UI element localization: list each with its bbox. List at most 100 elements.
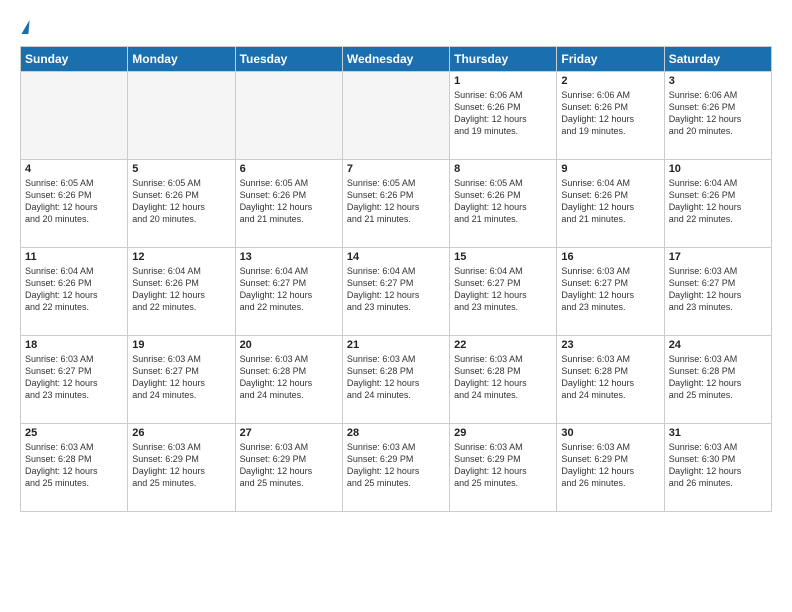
calendar-week-row: 25 Sunrise: 6:03 AM Sunset: 6:28 PM Dayli…	[21, 424, 772, 512]
calendar-cell: 24 Sunrise: 6:03 AM Sunset: 6:28 PM Dayli…	[664, 336, 771, 424]
calendar-cell: 10Sunrise: 6:04 AM Sunset: 6:26 PM Dayli…	[664, 160, 771, 248]
day-info: Sunrise: 6:03 AM Sunset: 6:28 PM Dayligh…	[454, 353, 552, 402]
calendar-cell: 17Sunrise: 6:03 AM Sunset: 6:27 PM Dayli…	[664, 248, 771, 336]
calendar-cell: 27Sunrise: 6:03 AM Sunset: 6:29 PM Dayli…	[235, 424, 342, 512]
day-number: 29	[454, 427, 552, 439]
day-info: Sunrise: 6:03 AM Sunset: 6:28 PM Dayligh…	[347, 353, 445, 402]
calendar-cell	[21, 72, 128, 160]
calendar-week-row: 18 Sunrise: 6:03 AM Sunset: 6:27 PM Dayli…	[21, 336, 772, 424]
day-number: 16	[561, 251, 659, 263]
calendar-cell: 31 Sunrise: 6:03 AM Sunset: 6:30 PM Dayli…	[664, 424, 771, 512]
day-info: Sunrise: 6:03 AM Sunset: 6:29 PM Dayligh…	[561, 441, 659, 490]
calendar-header-sunday: Sunday	[21, 47, 128, 72]
day-info: Sunrise: 6:04 AM Sunset: 6:27 PM Dayligh…	[454, 265, 552, 314]
calendar-cell: 20 Sunrise: 6:03 AM Sunset: 6:28 PM Dayli…	[235, 336, 342, 424]
day-info: Sunrise: 6:03 AM Sunset: 6:28 PM Dayligh…	[25, 441, 123, 490]
calendar-cell: 9 Sunrise: 6:04 AM Sunset: 6:26 PM Daylig…	[557, 160, 664, 248]
day-number: 3	[669, 75, 767, 87]
calendar-cell: 11 Sunrise: 6:04 AM Sunset: 6:26 PM Dayli…	[21, 248, 128, 336]
day-info: Sunrise: 6:05 AM Sunset: 6:26 PM Dayligh…	[240, 177, 338, 226]
day-number: 30	[561, 427, 659, 439]
calendar-header-wednesday: Wednesday	[342, 47, 449, 72]
header	[20, 20, 772, 34]
calendar-cell: 16 Sunrise: 6:03 AM Sunset: 6:27 PM Dayli…	[557, 248, 664, 336]
day-info: Sunrise: 6:04 AM Sunset: 6:26 PM Dayligh…	[25, 265, 123, 314]
calendar-cell: 18 Sunrise: 6:03 AM Sunset: 6:27 PM Dayli…	[21, 336, 128, 424]
calendar-header-thursday: Thursday	[450, 47, 557, 72]
day-info: Sunrise: 6:03 AM Sunset: 6:29 PM Dayligh…	[454, 441, 552, 490]
day-info: Sunrise: 6:06 AM Sunset: 6:26 PM Dayligh…	[561, 89, 659, 138]
day-info: Sunrise: 6:03 AM Sunset: 6:28 PM Dayligh…	[240, 353, 338, 402]
day-number: 20	[240, 339, 338, 351]
calendar-cell: 6 Sunrise: 6:05 AM Sunset: 6:26 PM Daylig…	[235, 160, 342, 248]
day-info: Sunrise: 6:03 AM Sunset: 6:29 PM Dayligh…	[347, 441, 445, 490]
calendar-cell	[128, 72, 235, 160]
calendar-cell: 3 Sunrise: 6:06 AM Sunset: 6:26 PM Daylig…	[664, 72, 771, 160]
calendar-cell: 15 Sunrise: 6:04 AM Sunset: 6:27 PM Dayli…	[450, 248, 557, 336]
day-info: Sunrise: 6:03 AM Sunset: 6:27 PM Dayligh…	[561, 265, 659, 314]
calendar-table: SundayMondayTuesdayWednesdayThursdayFrid…	[20, 46, 772, 512]
calendar-cell	[235, 72, 342, 160]
calendar-cell: 1 Sunrise: 6:06 AM Sunset: 6:26 PM Daylig…	[450, 72, 557, 160]
calendar-cell: 5 Sunrise: 6:05 AM Sunset: 6:26 PM Daylig…	[128, 160, 235, 248]
day-number: 6	[240, 163, 338, 175]
day-info: Sunrise: 6:03 AM Sunset: 6:30 PM Dayligh…	[669, 441, 767, 490]
day-info: Sunrise: 6:04 AM Sunset: 6:26 PM Dayligh…	[669, 177, 767, 226]
day-info: Sunrise: 6:04 AM Sunset: 6:26 PM Dayligh…	[132, 265, 230, 314]
calendar-header-monday: Monday	[128, 47, 235, 72]
day-number: 2	[561, 75, 659, 87]
day-number: 22	[454, 339, 552, 351]
day-number: 13	[240, 251, 338, 263]
day-number: 31	[669, 427, 767, 439]
calendar-cell: 30 Sunrise: 6:03 AM Sunset: 6:29 PM Dayli…	[557, 424, 664, 512]
day-info: Sunrise: 6:05 AM Sunset: 6:26 PM Dayligh…	[132, 177, 230, 226]
calendar-cell: 28Sunrise: 6:03 AM Sunset: 6:29 PM Dayli…	[342, 424, 449, 512]
day-info: Sunrise: 6:03 AM Sunset: 6:28 PM Dayligh…	[669, 353, 767, 402]
day-number: 25	[25, 427, 123, 439]
calendar-week-row: 4Sunrise: 6:05 AM Sunset: 6:26 PM Daylig…	[21, 160, 772, 248]
day-info: Sunrise: 6:04 AM Sunset: 6:27 PM Dayligh…	[240, 265, 338, 314]
day-info: Sunrise: 6:03 AM Sunset: 6:27 PM Dayligh…	[132, 353, 230, 402]
day-info: Sunrise: 6:06 AM Sunset: 6:26 PM Dayligh…	[454, 89, 552, 138]
day-info: Sunrise: 6:06 AM Sunset: 6:26 PM Dayligh…	[669, 89, 767, 138]
day-number: 14	[347, 251, 445, 263]
calendar-cell: 21 Sunrise: 6:03 AM Sunset: 6:28 PM Dayli…	[342, 336, 449, 424]
calendar-cell: 26Sunrise: 6:03 AM Sunset: 6:29 PM Dayli…	[128, 424, 235, 512]
calendar-cell: 14 Sunrise: 6:04 AM Sunset: 6:27 PM Dayli…	[342, 248, 449, 336]
day-info: Sunrise: 6:05 AM Sunset: 6:26 PM Dayligh…	[454, 177, 552, 226]
calendar-cell: 4Sunrise: 6:05 AM Sunset: 6:26 PM Daylig…	[21, 160, 128, 248]
day-number: 1	[454, 75, 552, 87]
day-info: Sunrise: 6:03 AM Sunset: 6:27 PM Dayligh…	[669, 265, 767, 314]
calendar-cell: 13 Sunrise: 6:04 AM Sunset: 6:27 PM Dayli…	[235, 248, 342, 336]
calendar-week-row: 11 Sunrise: 6:04 AM Sunset: 6:26 PM Dayli…	[21, 248, 772, 336]
day-number: 27	[240, 427, 338, 439]
calendar-cell: 8Sunrise: 6:05 AM Sunset: 6:26 PM Daylig…	[450, 160, 557, 248]
day-number: 5	[132, 163, 230, 175]
day-number: 24	[669, 339, 767, 351]
day-number: 19	[132, 339, 230, 351]
day-number: 21	[347, 339, 445, 351]
logo	[20, 20, 29, 34]
calendar-header-row: SundayMondayTuesdayWednesdayThursdayFrid…	[21, 47, 772, 72]
calendar-cell: 22 Sunrise: 6:03 AM Sunset: 6:28 PM Dayli…	[450, 336, 557, 424]
day-info: Sunrise: 6:03 AM Sunset: 6:27 PM Dayligh…	[25, 353, 123, 402]
day-number: 7	[347, 163, 445, 175]
calendar-cell: 12 Sunrise: 6:04 AM Sunset: 6:26 PM Dayli…	[128, 248, 235, 336]
day-number: 18	[25, 339, 123, 351]
day-number: 12	[132, 251, 230, 263]
calendar-cell: 7 Sunrise: 6:05 AM Sunset: 6:26 PM Daylig…	[342, 160, 449, 248]
calendar-header-friday: Friday	[557, 47, 664, 72]
day-info: Sunrise: 6:05 AM Sunset: 6:26 PM Dayligh…	[347, 177, 445, 226]
day-number: 9	[561, 163, 659, 175]
day-number: 15	[454, 251, 552, 263]
day-info: Sunrise: 6:05 AM Sunset: 6:26 PM Dayligh…	[25, 177, 123, 226]
day-number: 11	[25, 251, 123, 263]
day-info: Sunrise: 6:03 AM Sunset: 6:28 PM Dayligh…	[561, 353, 659, 402]
calendar-cell: 25 Sunrise: 6:03 AM Sunset: 6:28 PM Dayli…	[21, 424, 128, 512]
day-info: Sunrise: 6:04 AM Sunset: 6:27 PM Dayligh…	[347, 265, 445, 314]
day-info: Sunrise: 6:04 AM Sunset: 6:26 PM Dayligh…	[561, 177, 659, 226]
calendar-cell: 19 Sunrise: 6:03 AM Sunset: 6:27 PM Dayli…	[128, 336, 235, 424]
logo-text	[20, 20, 29, 34]
page: SundayMondayTuesdayWednesdayThursdayFrid…	[0, 0, 792, 522]
logo-icon	[21, 20, 29, 34]
